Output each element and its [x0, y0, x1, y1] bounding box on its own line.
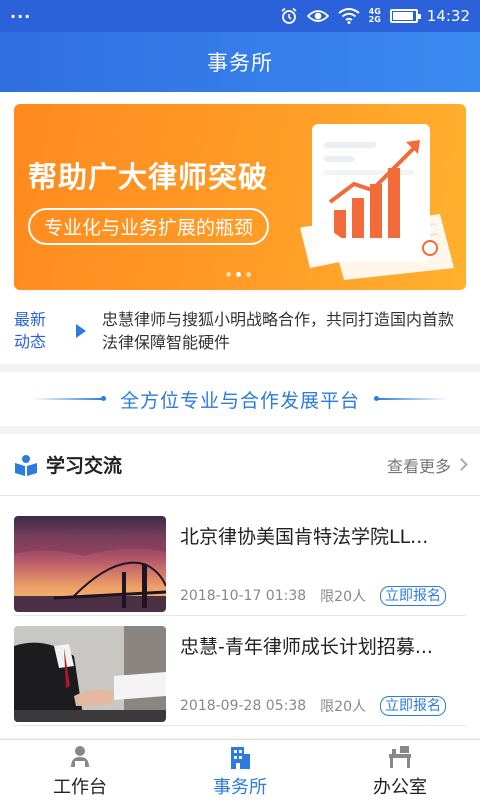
tab-label: 办公室	[373, 776, 427, 798]
wifi-icon	[338, 8, 360, 24]
banner-headline: 帮助广大律师突破	[28, 160, 269, 194]
divider-left	[31, 396, 106, 401]
handshake-thumbnail	[14, 626, 166, 722]
chevron-right-icon	[455, 458, 468, 471]
tab-workbench[interactable]: 工作台	[0, 740, 160, 803]
network-2g-label: 2G	[368, 15, 381, 24]
building-icon	[231, 746, 250, 769]
battery-icon	[389, 9, 421, 23]
item-title: 北京律协美国肯特法学院LL...	[180, 526, 429, 548]
learning-header: 学习交流 查看更多	[0, 434, 480, 496]
banner-subline: 专业化与业务扩展的瓶颈	[28, 208, 270, 245]
news-text[interactable]: 忠慧律师与搜狐小明战略合作，共同打造国内首款法律保障智能硬件	[102, 308, 480, 354]
item-limit: 限20人	[320, 589, 366, 605]
play-arrow-icon	[76, 324, 86, 338]
platform-slogan: 全方位专业与合作发展平台	[119, 389, 360, 412]
reading-person-icon	[15, 454, 37, 476]
carousel-indicator	[226, 272, 251, 277]
tab-label: 工作台	[53, 776, 107, 798]
growth-chart-illustration	[300, 124, 454, 280]
news-tag-line2: 动态	[14, 332, 47, 351]
office-desk-icon	[389, 745, 411, 768]
list-item[interactable]: 忠慧-青年律师成长计划招募... 2018-09-28 05:38 限20人 立…	[14, 626, 466, 726]
news-tag: 最新 动态	[14, 309, 72, 353]
item-datetime: 2018-10-17 01:38	[180, 588, 307, 604]
bottom-tab-bar: 工作台 事务所 办公室	[0, 739, 480, 803]
list-item[interactable]: 北京律协美国肯特法学院LL... 2018-10-17 01:38 限20人 立…	[14, 516, 466, 616]
news-tag-line1: 最新	[14, 310, 47, 329]
register-button[interactable]: 立即报名	[380, 696, 446, 716]
learning-section: 学习交流 查看更多 北京律协美国肯特法学院LL... 2018-10-17 01…	[0, 434, 480, 738]
item-limit: 限20人	[320, 699, 366, 715]
menu-dots-icon: ···	[10, 6, 32, 26]
tab-label: 事务所	[213, 776, 267, 798]
network-indicator: 4G 2G	[369, 8, 381, 24]
divider-right	[374, 396, 448, 401]
learning-title: 学习交流	[46, 455, 123, 477]
alarm-icon	[281, 7, 297, 24]
sunset-bridge-thumbnail	[14, 516, 166, 612]
item-title: 忠慧-青年律师成长计划招募...	[180, 636, 433, 658]
carousel-dot-active[interactable]	[236, 272, 241, 277]
news-ticker[interactable]: 最新 动态 忠慧律师与搜狐小明战略合作，共同打造国内首款法律保障智能硬件	[0, 298, 480, 364]
person-desk-icon	[71, 745, 89, 767]
clock: 14:32	[426, 7, 470, 25]
banner-section: 帮助广大律师突破 专业化与业务扩展的瓶颈	[0, 92, 480, 298]
status-bar: ··· 4G 2G 14:32	[0, 0, 480, 32]
see-more-label: 查看更多	[386, 456, 451, 476]
title-bar: 事务所	[0, 32, 480, 92]
register-button[interactable]: 立即报名	[380, 586, 446, 606]
item-datetime: 2018-09-28 05:38	[180, 698, 307, 714]
tab-office[interactable]: 办公室	[320, 740, 480, 803]
item-meta: 2018-10-17 01:38 限20人 立即报名	[180, 586, 446, 606]
item-meta: 2018-09-28 05:38 限20人 立即报名	[180, 696, 446, 716]
page-title: 事务所	[207, 51, 273, 75]
carousel-dot[interactable]	[246, 272, 251, 277]
platform-slogan-bar: 全方位专业与合作发展平台	[0, 372, 480, 426]
promo-banner[interactable]: 帮助广大律师突破 专业化与业务扩展的瓶颈	[14, 104, 466, 290]
eye-icon	[306, 10, 329, 22]
carousel-dot[interactable]	[226, 272, 231, 277]
see-more-link[interactable]: 查看更多	[386, 453, 468, 477]
tab-firm[interactable]: 事务所	[160, 740, 320, 803]
